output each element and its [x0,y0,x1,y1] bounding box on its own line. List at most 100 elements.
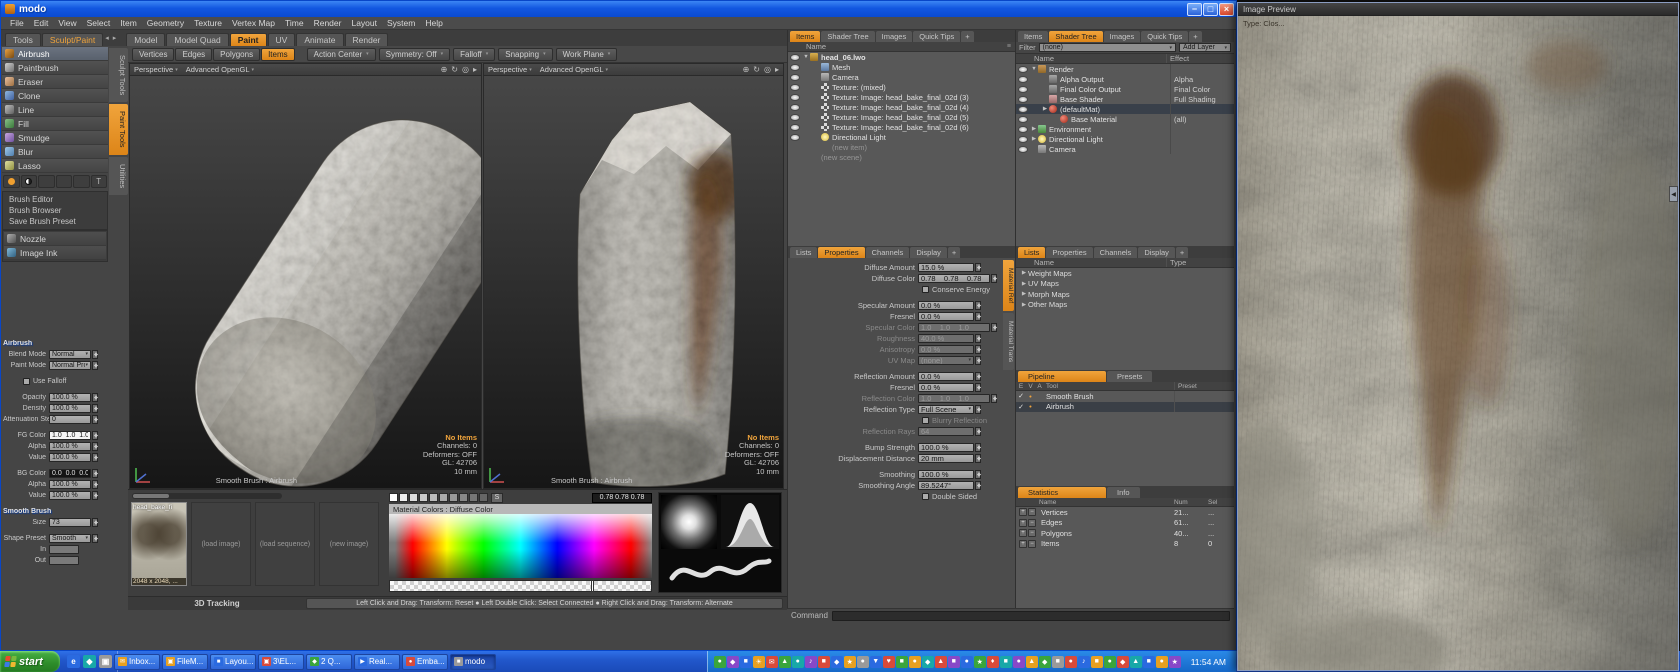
layout-tab[interactable]: UV [268,33,296,46]
panel-tab[interactable]: Images [876,31,913,42]
tray-icon[interactable]: ■ [740,656,752,668]
menu-item[interactable]: Vertex Map [227,18,280,28]
menu-item[interactable]: Select [82,18,116,28]
shader-tree-row[interactable]: ▶ (defaultMat) [1016,104,1234,114]
value-field[interactable]: 0.0 0.0 0.0▾ [49,469,91,478]
paint-tool[interactable]: Airbrush [2,47,108,61]
expander-icon[interactable]: ▼ [802,54,810,60]
statistics-row[interactable]: + − Edges 61... ... [1016,518,1234,529]
expand-plus-button[interactable]: + [1019,508,1027,516]
tray-icon[interactable]: ★ [844,656,856,668]
menu-item[interactable]: Render [309,18,347,28]
visibility-eye-icon[interactable] [791,115,799,120]
visibility-eye-icon[interactable] [1019,117,1027,122]
toolbar-dropdown[interactable]: Falloff▾ [453,48,495,61]
tray-icon[interactable]: ♪ [805,656,817,668]
tray-icon[interactable]: ■ [1000,656,1012,668]
shader-tree-row[interactable]: Base Material (all) [1016,114,1234,124]
value-field[interactable]: ▾ [49,556,79,565]
tray-icon[interactable]: ◆ [922,656,934,668]
item-row[interactable]: Mesh [788,62,1015,72]
vertex-map-row[interactable]: ▶ Weight Maps [1016,268,1234,279]
brush-option-button[interactable] [56,175,73,188]
info-tab[interactable]: Info [1107,487,1140,498]
visibility-eye-icon[interactable] [791,105,799,110]
renderer-dropdown[interactable]: Advanced OpenGL▾ [186,65,254,74]
value-field[interactable]: 89.5247°▾ [918,481,974,490]
preview-type-dropdown[interactable]: Type: Clos... [1243,19,1285,28]
tray-icon[interactable]: ★ [1169,656,1181,668]
gray-swatch[interactable] [449,493,458,502]
tab-scroll-left-icon[interactable]: ◂ [103,34,111,42]
spinner[interactable] [975,470,981,479]
task-button[interactable]: ▶ Real... [354,654,400,670]
text-tool-button[interactable]: T [91,175,108,188]
visibility-eye-icon[interactable] [791,135,799,140]
tray-icon[interactable]: ■ [948,656,960,668]
menu-item[interactable]: Geometry [142,18,189,28]
tray-icon[interactable]: ● [961,656,973,668]
spinner[interactable] [975,345,981,354]
close-button[interactable]: × [1219,3,1234,16]
tray-icon[interactable]: ♪ [1078,656,1090,668]
brush-link[interactable]: Brush Browser [3,205,107,216]
vertex-map-row[interactable]: ▶ UV Maps [1016,279,1234,290]
saturation-button[interactable]: S [491,493,503,503]
tray-icon[interactable]: ★ [974,656,986,668]
visibility-eye-icon[interactable] [1019,127,1027,132]
clip-scrollbar[interactable] [132,493,282,499]
view-type-dropdown[interactable]: Perspective▾ [134,65,178,74]
tool-category-tab[interactable]: Paint Tools [109,104,128,155]
toolbar-dropdown[interactable]: Symmetry: Off▾ [379,48,450,61]
panel-tab[interactable]: Lists [1018,247,1045,258]
tray-icon[interactable]: ♦ [987,656,999,668]
panel-collapse-arrow[interactable]: ◀ [1669,186,1678,202]
expand-plus-button[interactable]: + [1019,529,1027,537]
tray-icon[interactable]: ■ [1143,656,1155,668]
paint-tool[interactable]: Fill [2,117,108,131]
visibility-eye-icon[interactable] [1019,137,1027,142]
spinner[interactable] [975,443,981,452]
panel-tab[interactable]: Display [1138,247,1175,258]
tray-icon[interactable]: ▼ [870,656,882,668]
spinner[interactable] [975,356,981,365]
spinner[interactable] [92,534,98,543]
pipeline-row[interactable]: ✓ • Smooth Brush [1016,391,1234,402]
renderer-dropdown[interactable]: Advanced OpenGL▾ [540,65,608,74]
visibility-eye-icon[interactable] [1019,107,1027,112]
value-field[interactable]: 0.0 %▾ [918,372,974,381]
expander-icon[interactable]: ▶ [1020,302,1028,308]
selection-mode-button[interactable]: Items [261,48,295,61]
value-field[interactable]: 100.0 %▾ [49,393,91,402]
visibility-eye-icon[interactable] [791,85,799,90]
shader-tree-row[interactable]: ▶ Directional Light [1016,134,1234,144]
zoom-icon[interactable]: ◎ [462,66,469,74]
load-sequence-slot[interactable]: (load sequence) [255,502,315,586]
value-field[interactable]: Full Scene▾ [918,405,974,414]
value-field[interactable]: 0▾ [49,415,91,424]
tray-icon[interactable]: ▲ [935,656,947,668]
value-field[interactable]: 0.0 %▾ [918,383,974,392]
task-button[interactable]: ▣ 3\EL... [258,654,304,670]
panel-tab[interactable]: + [961,31,973,42]
pipeline-row[interactable]: ✓ • Airbrush [1016,402,1234,413]
value-marker[interactable] [591,580,594,592]
load-image-slot[interactable]: (load image) [191,502,251,586]
presets-tab[interactable]: Presets [1107,371,1152,382]
tray-icon[interactable]: ◆ [1117,656,1129,668]
shader-tree-row[interactable]: ▶ Environment [1016,124,1234,134]
statistics-row[interactable]: + − Polygons 40... ... [1016,528,1234,539]
value-field[interactable]: Normal▾ [49,350,91,359]
spinner[interactable] [92,453,98,462]
value-field[interactable]: 1.0 1.0 1.0▾ [49,431,91,440]
value-field[interactable]: Normal Proj...▾ [49,361,91,370]
task-button[interactable]: ■ modo [450,654,496,670]
gray-swatch[interactable] [409,493,418,502]
spinner[interactable] [92,518,98,527]
selection-mode-button[interactable]: Vertices [132,48,174,61]
item-row[interactable]: Texture: (mixed) [788,82,1015,92]
tray-icon[interactable]: ● [1013,656,1025,668]
task-button[interactable]: ◆ 2 Q... [306,654,352,670]
visible-dot[interactable]: • [1026,392,1035,401]
value-field[interactable]: 1.0 1.0 1.0▾ [918,394,990,403]
